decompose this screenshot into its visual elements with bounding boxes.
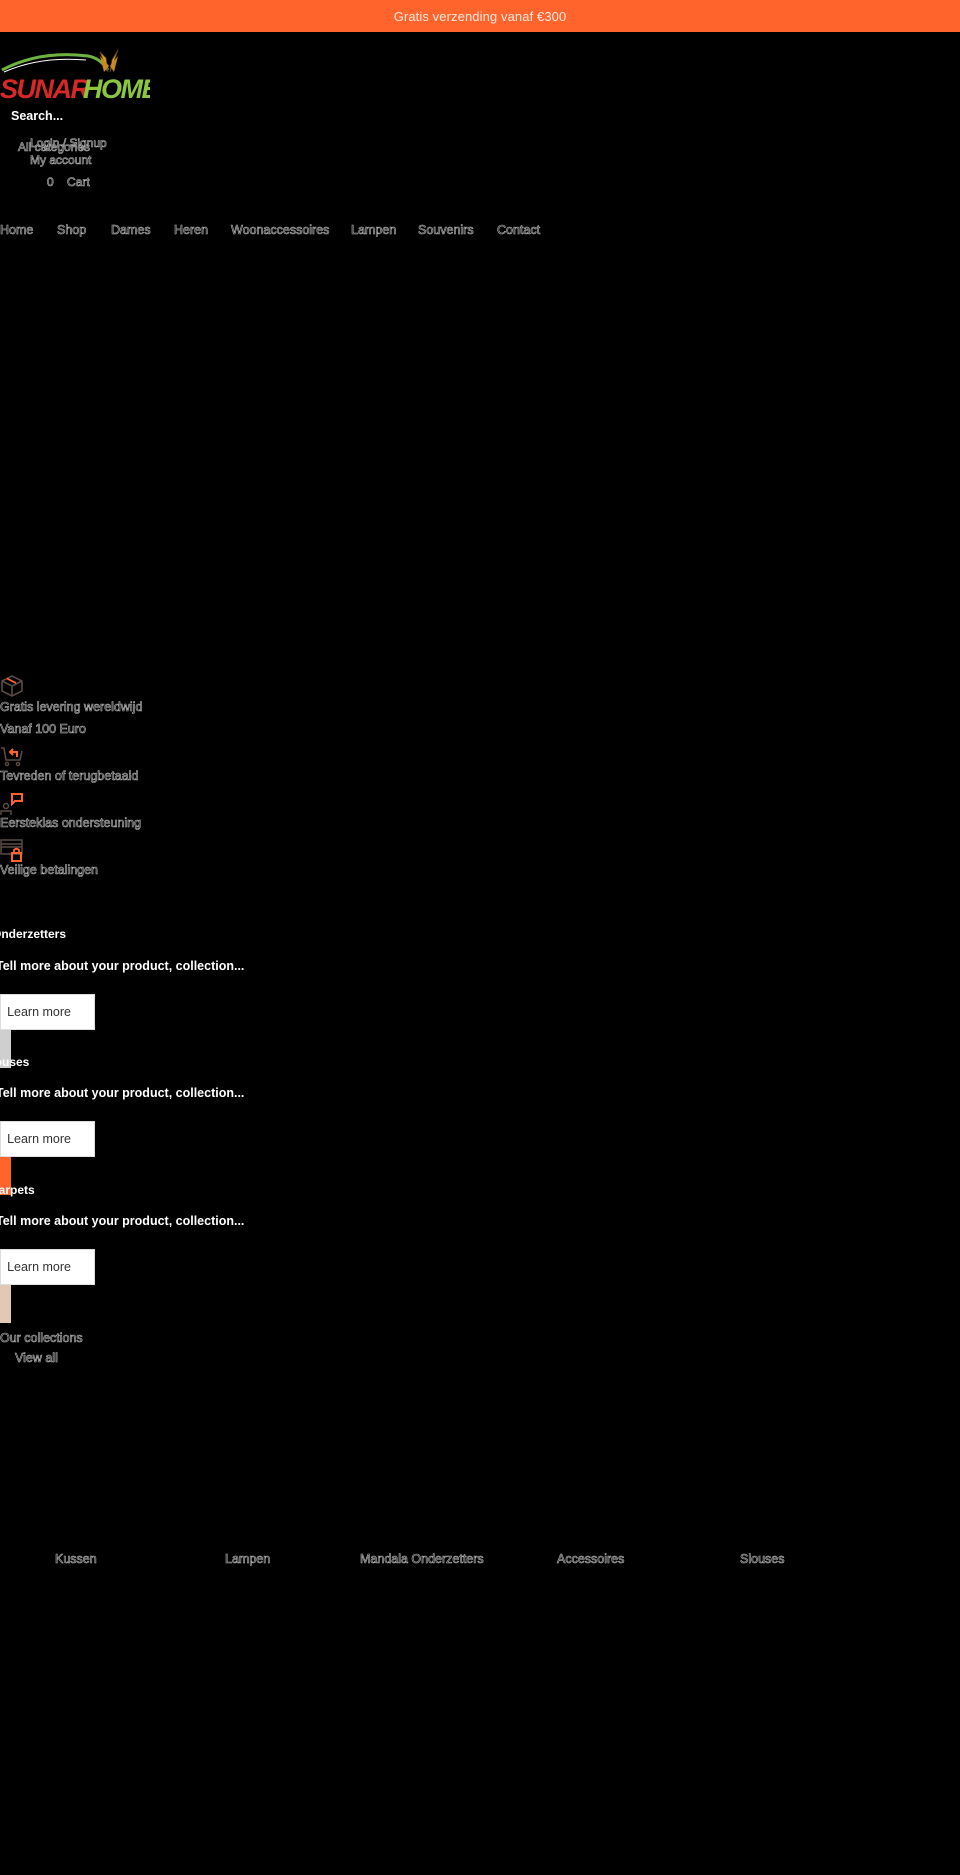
learn-more-button[interactable]: Learn more [0, 1121, 95, 1157]
announcement-bar: Gratis verzending vanaf €300 [0, 0, 960, 32]
cart-return-icon [1, 747, 23, 767]
feature-subtitle: Vanaf 100 Euro [0, 722, 86, 737]
feature-title: Gratis levering wereldwijd [0, 700, 143, 715]
nav-item-contact[interactable]: Contact [497, 223, 541, 238]
secure-payment-icon [0, 839, 23, 862]
learn-more-button[interactable]: Learn more [0, 994, 95, 1030]
collection-item-mandala-onderzetters[interactable]: Mandala Onderzetters [360, 1552, 484, 1567]
my-account-link[interactable]: My account [30, 153, 92, 168]
collection-title: Onderzetters [0, 927, 67, 941]
feature-title: Tevreden of terugbetaald [0, 769, 139, 784]
learn-more-button[interactable]: Learn more [0, 1249, 95, 1285]
collection-item-kussen[interactable]: Kussen [55, 1552, 97, 1567]
collection-description: Tell more about your product, collection… [0, 1086, 245, 1100]
support-chat-icon [0, 793, 23, 815]
package-icon [1, 675, 23, 697]
search-input[interactable] [11, 108, 151, 124]
cart-count-badge: 0 [47, 175, 54, 190]
announcement-text: Gratis verzending vanaf €300 [393, 8, 567, 24]
collection-title: Carpets [0, 1183, 35, 1197]
svg-text:SUNAR: SUNAR [0, 74, 91, 102]
collection-description: Tell more about your product, collection… [0, 959, 245, 973]
nav-item-dames[interactable]: Dames [111, 223, 151, 238]
login-signup-link[interactable]: Login / Signup [30, 136, 107, 151]
collection-item-accessoires[interactable]: Accessoires [557, 1552, 625, 1567]
collection-image[interactable] [0, 1285, 11, 1323]
our-collections-heading: Our collections [0, 1331, 83, 1346]
nav-item-home[interactable]: Home [0, 223, 34, 238]
collection-description: Tell more about your product, collection… [0, 1214, 245, 1228]
feature-title: Veilige betalingen [0, 863, 98, 878]
nav-item-woonaccessoires[interactable]: Woonaccessoires [231, 223, 330, 238]
butterfly-icon [99, 49, 119, 73]
collection-item-slouses[interactable]: Slouses [740, 1552, 785, 1567]
cart-link[interactable]: Cart [67, 175, 90, 190]
nav-item-shop[interactable]: Shop [57, 223, 87, 238]
nav-item-heren[interactable]: Heren [174, 223, 209, 238]
nav-item-souvenirs[interactable]: Souvenirs [418, 223, 474, 238]
svg-text:HOME: HOME [83, 74, 150, 102]
sunarhome-logo-icon: SUNAR HOME [0, 49, 162, 104]
view-all-link[interactable]: View all [15, 1351, 58, 1366]
collection-title: Houses [0, 1055, 30, 1069]
collection-item-lampen[interactable]: Lampen [225, 1552, 271, 1567]
logo[interactable]: SUNAR HOME [0, 44, 162, 104]
nav-item-lampen[interactable]: Lampen [351, 223, 397, 238]
feature-title: Eersteklas ondersteuning [0, 816, 142, 831]
